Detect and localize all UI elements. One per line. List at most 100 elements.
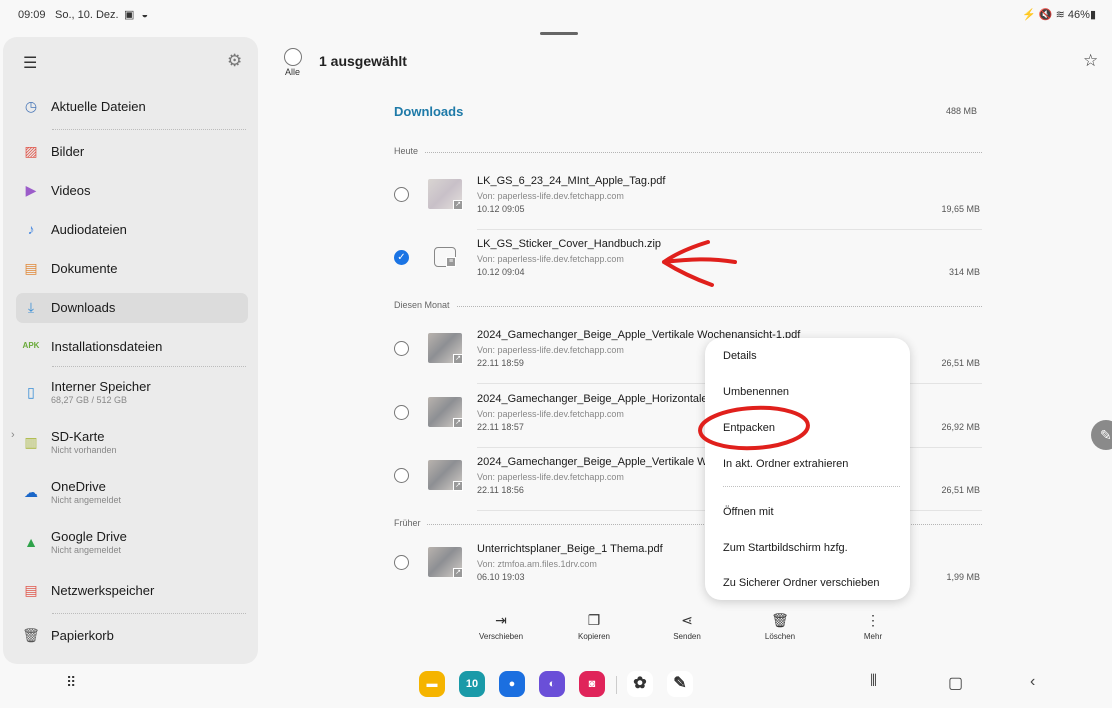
menu-icon[interactable]: ☰	[23, 53, 37, 73]
more-vertical-icon: ⋮	[866, 612, 880, 628]
file-date: 06.10 19:03	[477, 572, 525, 582]
sidebar-divider	[52, 613, 246, 614]
notification-icons: ▣ ◒	[124, 9, 151, 21]
menu-item-extract[interactable]: Entpacken	[723, 422, 775, 434]
status-right: ⚡ 🔇 ≋ 46%▮	[1022, 8, 1096, 21]
file-type-badge-icon: ≡	[446, 257, 456, 267]
file-checkbox[interactable]	[394, 341, 409, 356]
zip-file-icon: ≡	[434, 247, 456, 267]
file-checkbox[interactable]	[394, 468, 409, 483]
file-source: Von: paperless-life.dev.fetchapp.com	[477, 472, 624, 482]
gear-icon[interactable]: ⚙	[227, 51, 242, 71]
recent-apps-button[interactable]: ⦀	[870, 673, 877, 691]
menu-item-rename[interactable]: Umbenennen	[723, 386, 789, 398]
sidebar-item-sublabel: Nicht angemeldet	[51, 495, 122, 505]
file-thumbnail: ↗	[428, 179, 463, 210]
video-icon: ▶	[25, 182, 37, 198]
action-copy-button[interactable]: ❐ Kopieren	[559, 612, 629, 641]
file-name: LK_GS_Sticker_Cover_Handbuch.zip	[477, 238, 662, 250]
file-row[interactable]: ↗ LK_GS_6_23_24_MInt_Apple_Tag.pdf Von: pa…	[392, 168, 982, 230]
file-thumbnail: ↗	[428, 333, 463, 364]
action-label: Kopieren	[577, 632, 611, 641]
app-grid-icon[interactable]: ⠿	[66, 674, 77, 691]
action-trash-button[interactable]: 🗑 Löschen	[745, 612, 815, 641]
sidebar-item-dokumente[interactable]: ▤ Dokumente	[16, 254, 248, 284]
file-checkbox[interactable]	[394, 405, 409, 420]
file-name: 2024_Gamechanger_Beige_Apple_Horizontale	[477, 393, 708, 405]
file-date: 22.11 18:57	[477, 422, 524, 432]
sidebar-item-audiodateien[interactable]: ♪ Audiodateien	[16, 215, 248, 245]
sidebar-item-aktuelle-dateien[interactable]: ◷ Aktuelle Dateien	[16, 92, 248, 122]
status-bar: 09:09 So., 10. Dez. ▣ ◒ ⚡ 🔇 ≋ 46%▮	[0, 0, 1112, 30]
messages-app-icon[interactable]: ●	[499, 671, 525, 697]
sidebar-item-videos[interactable]: ▶ Videos	[16, 176, 248, 206]
sidebar-item-installationsdateien[interactable]: APK Installationsdateien	[16, 332, 248, 362]
internet-app-icon[interactable]: ◐	[539, 671, 565, 697]
sidebar-item-netzwerkspeicher[interactable]: ▤ Netzwerkspeicher	[16, 576, 248, 606]
sidebar: ☰ ⚙ ◷ Aktuelle Dateien ▨ Bilder ▶ Videos ♪ Audi…	[3, 37, 258, 664]
sidebar-divider	[52, 129, 246, 130]
folder-title: Downloads	[394, 104, 464, 119]
trash-icon: 🗑	[771, 612, 789, 628]
screen: 09:09 So., 10. Dez. ▣ ◒ ⚡ 🔇 ≋ 46%▮ ☰ ⚙ ◷…	[0, 0, 1112, 708]
edit-fab[interactable]: ✎	[1091, 420, 1112, 450]
file-checkbox[interactable]	[394, 555, 409, 570]
file-checkbox[interactable]: ✓	[394, 250, 409, 265]
menu-item-open-with[interactable]: Öffnen mit	[723, 506, 774, 518]
chevron-right-icon[interactable]: ›	[11, 429, 15, 441]
sidebar-item-google-drive[interactable]: ▲ Google Drive Nicht angemeldet	[16, 528, 248, 558]
sidebar-item-downloads[interactable]: ⤓ Downloads	[16, 293, 248, 323]
menu-item-details[interactable]: Details	[723, 350, 757, 362]
action-bar: ⇥ Verschieben ❐ Kopieren ⋖ Senden 🗑 Löschen ⋮ Meh…	[456, 612, 936, 646]
menu-item-move-to-secure-folder[interactable]: Zu Sicherer Ordner verschieben	[723, 577, 880, 589]
file-source: Von: paperless-life.dev.fetchapp.com	[477, 254, 624, 264]
action-move-button[interactable]: ⇥ Verschieben	[466, 612, 536, 641]
sidebar-item-bilder[interactable]: ▨ Bilder	[16, 137, 248, 167]
sidebar-item-sublabel: Nicht vorhanden	[51, 445, 117, 455]
navigation-bar: ⠿ ▬ 10 ● ◐ ◙ ✿ ✎ ⦀ ▢ ‹	[0, 664, 1112, 708]
calendar-app-icon[interactable]: 10	[459, 671, 485, 697]
file-source: Von: paperless-life.dev.fetchapp.com	[477, 409, 624, 419]
dock-separator	[616, 676, 617, 694]
files-app-icon[interactable]: ▬	[419, 671, 445, 697]
onedrive-icon: ☁	[24, 484, 38, 500]
action-share-button[interactable]: ⋖ Senden	[652, 612, 722, 641]
action-label: Senden	[673, 632, 701, 641]
sidebar-item-label: SD-Karte	[51, 429, 105, 444]
sidebar-item-label: Installationsdateien	[51, 339, 163, 354]
file-type-badge-icon: ↗	[453, 481, 463, 491]
selected-count: 1 ausgewählt	[319, 53, 407, 69]
apk-icon: APK	[22, 341, 40, 350]
select-all-label: Alle	[285, 67, 301, 77]
notes-app-icon[interactable]: ✎	[667, 671, 693, 697]
sidebar-item-label: Google Drive	[51, 529, 127, 544]
sidebar-item-papierkorb[interactable]: 🗑 Papierkorb	[16, 621, 248, 651]
sidebar-item-label: Interner Speicher	[51, 379, 151, 394]
home-button[interactable]: ▢	[948, 673, 963, 693]
action-more-vertical-button[interactable]: ⋮ Mehr	[838, 612, 908, 641]
sdcard-icon: ▥	[24, 434, 38, 450]
sidebar-item-interner-speicher[interactable]: ▯ Interner Speicher 68,27 GB / 512 GB	[16, 378, 248, 408]
sidebar-item-sublabel: 68,27 GB / 512 GB	[51, 395, 128, 405]
camera-app-icon[interactable]: ◙	[579, 671, 605, 697]
sidebar-item-label: Videos	[51, 183, 91, 198]
file-thumbnail: ↗	[428, 460, 463, 491]
sidebar-item-label: Bilder	[51, 144, 85, 159]
file-checkbox[interactable]	[394, 187, 409, 202]
star-icon[interactable]: ☆	[1083, 51, 1098, 71]
section-header-this-month: Diesen Monat	[394, 300, 982, 310]
photos-app-icon[interactable]: ✿	[627, 671, 653, 697]
sidebar-item-onedrive[interactable]: ☁ OneDrive Nicht angemeldet	[16, 478, 248, 508]
back-button[interactable]: ‹	[1030, 673, 1035, 691]
select-all-checkbox[interactable]	[284, 48, 302, 66]
pencil-icon: ✎	[1100, 427, 1112, 443]
file-row[interactable]: ✓ ≡ LK_GS_Sticker_Cover_Handbuch.zip Von: p…	[392, 231, 982, 293]
menu-item-add-to-home[interactable]: Zum Startbildschirm hzfg.	[723, 542, 848, 554]
sidebar-item-sd-karte[interactable]: ▥ SD-Karte Nicht vorhanden	[16, 428, 248, 458]
file-size: 19,65 MB	[941, 204, 980, 214]
window-handle[interactable]	[540, 32, 578, 35]
file-name: Unterrichtsplaner_Beige_1 Thema.pdf	[477, 543, 663, 555]
status-date: So., 10. Dez.	[55, 9, 119, 21]
menu-item-extract-here[interactable]: In akt. Ordner extrahieren	[723, 458, 848, 470]
music-icon: ♪	[27, 221, 35, 237]
